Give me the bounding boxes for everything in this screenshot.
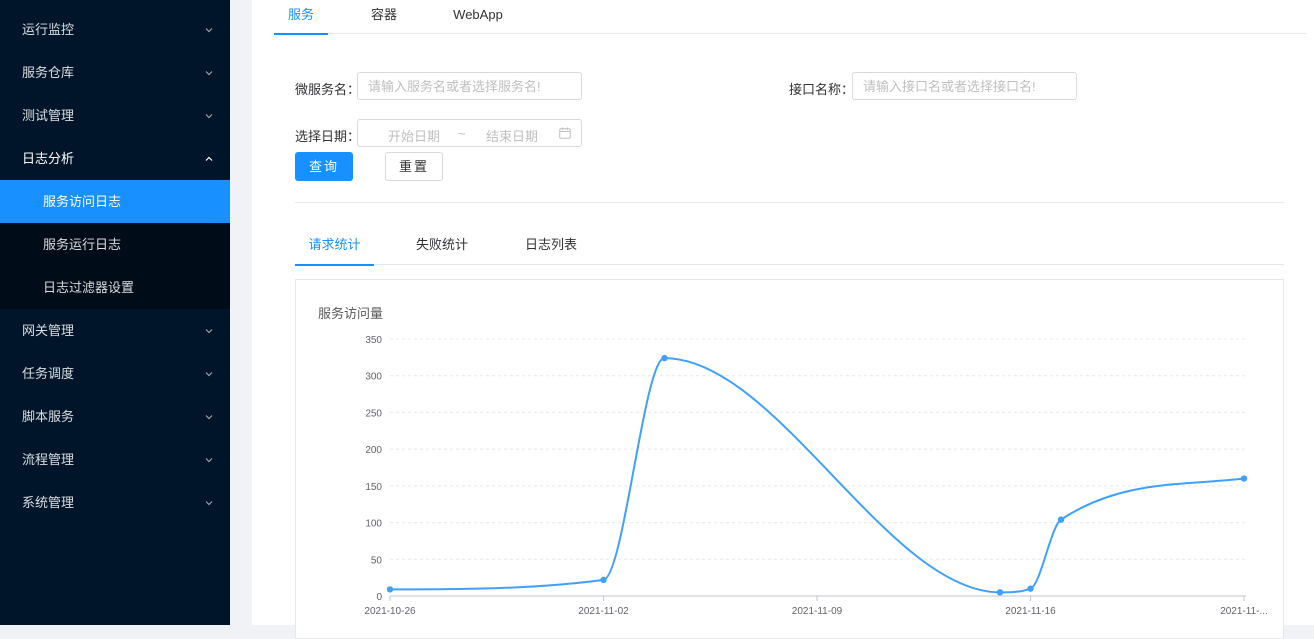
data-point [386, 586, 394, 593]
menu-item-scheduling[interactable]: 任务调度 [0, 352, 230, 395]
menu-item-workflow[interactable]: 流程管理 [0, 438, 230, 481]
date-range-picker[interactable]: 开始日期 ~ 结束日期 [357, 119, 582, 147]
menu-item-gateway[interactable]: 网关管理 [0, 309, 230, 352]
y-tick-label: 200 [365, 445, 382, 456]
chevron-down-icon [204, 94, 214, 137]
line-chart: 0 50 100 150 200 250 300 350 2021-10-26 2021-11-0… [364, 335, 1268, 617]
date-range-separator: ~ [458, 126, 466, 141]
menu-item-label: 脚本服务 [22, 409, 75, 424]
y-tick-label: 350 [365, 335, 382, 346]
x-tick-label: 2021-11-16 [1005, 606, 1056, 617]
menu-item-label: 日志分析 [22, 151, 75, 166]
tab-container[interactable]: 容器 [362, 0, 406, 33]
chevron-down-icon [204, 481, 214, 524]
y-tick-label: 100 [365, 519, 382, 530]
menu-item-script-service[interactable]: 脚本服务 [0, 395, 230, 438]
data-point [1027, 585, 1034, 592]
x-tick-label: 2021-11-... [1220, 606, 1268, 617]
sidebar-item-log-filter-settings[interactable]: 日志过滤器设置 [0, 266, 230, 309]
calendar-icon [559, 127, 571, 139]
main-content: 服务 容器 WebApp 微服务名： 接口名称： 选择日期： 开始日期 ~ 结束… [252, 0, 1314, 639]
query-button[interactable]: 查询 [295, 152, 353, 181]
x-tick-label: 2021-10-26 [364, 606, 416, 617]
tab-log-list[interactable]: 日志列表 [517, 230, 585, 264]
sidebar-item-access-log[interactable]: 服务访问日志 [0, 180, 230, 223]
end-date-input[interactable]: 结束日期 [486, 126, 538, 145]
sidebar: 运行监控 服务仓库 测试管理 日志分析 服务访问日志 服务运行日志 日志过滤器设… [0, 0, 230, 625]
data-point [996, 589, 1004, 596]
api-name-input[interactable] [852, 72, 1077, 100]
menu-item-testing[interactable]: 测试管理 [0, 94, 230, 137]
sub-item-label: 日志过滤器设置 [43, 280, 135, 295]
tab-webapp[interactable]: WebApp [446, 0, 510, 33]
chart-card: 服务访问量 0 50 100 150 200 250 300 350 2021-10-26 202… [295, 279, 1284, 639]
menu-item-label: 测试管理 [22, 108, 75, 123]
y-tick-label: 300 [365, 372, 382, 383]
sidebar-item-run-log[interactable]: 服务运行日志 [0, 223, 230, 266]
menu-item-label: 流程管理 [22, 452, 75, 467]
chevron-up-icon [204, 137, 214, 180]
stats-tab-bar: 请求统计 失败统计 日志列表 [295, 230, 1284, 266]
x-tick-label: 2021-11-09 [792, 606, 843, 617]
reset-button[interactable]: 重置 [385, 152, 443, 181]
sub-item-label: 服务访问日志 [43, 194, 122, 209]
y-tick-label: 250 [365, 408, 382, 419]
chevron-down-icon [204, 51, 214, 94]
service-name-input[interactable] [357, 72, 582, 100]
chevron-down-icon [204, 438, 214, 481]
section-divider [295, 202, 1284, 203]
top-tab-bar: 服务 容器 WebApp [274, 0, 1306, 35]
y-tick-label: 0 [376, 592, 382, 603]
data-point [661, 354, 668, 362]
menu-item-system[interactable]: 系统管理 [0, 481, 230, 524]
sub-item-label: 服务运行日志 [43, 237, 122, 252]
log-analysis-submenu: 服务访问日志 服务运行日志 日志过滤器设置 [0, 180, 230, 309]
y-tick-label: 50 [371, 555, 383, 566]
date-label: 选择日期： [295, 129, 361, 144]
data-point [1240, 475, 1248, 482]
menu-item-label: 服务仓库 [22, 65, 75, 80]
start-date-input[interactable]: 开始日期 [388, 126, 440, 145]
data-point [600, 576, 607, 584]
chevron-down-icon [204, 8, 214, 51]
chevron-down-icon [204, 352, 214, 395]
chevron-down-icon [204, 309, 214, 352]
menu-item-label: 任务调度 [22, 366, 75, 381]
service-name-label: 微服务名： [295, 82, 361, 97]
menu-item-label: 运行监控 [22, 22, 75, 37]
menu-item-repository[interactable]: 服务仓库 [0, 51, 230, 94]
menu-item-monitoring[interactable]: 运行监控 [0, 8, 230, 51]
chevron-down-icon [204, 395, 214, 438]
tab-failure-stats[interactable]: 失败统计 [407, 230, 477, 264]
y-tick-label: 150 [365, 482, 382, 493]
menu-item-label: 网关管理 [22, 323, 75, 338]
menu-item-log-analysis[interactable]: 日志分析 [0, 137, 230, 180]
series-line [389, 357, 1245, 594]
menu-item-label: 系统管理 [22, 495, 75, 510]
tab-service[interactable]: 服务 [274, 0, 328, 35]
data-point [1057, 516, 1065, 523]
tab-request-stats[interactable]: 请求统计 [295, 230, 374, 266]
api-name-label: 接口名称： [789, 82, 855, 97]
x-tick-label: 2021-11-02 [578, 606, 629, 617]
